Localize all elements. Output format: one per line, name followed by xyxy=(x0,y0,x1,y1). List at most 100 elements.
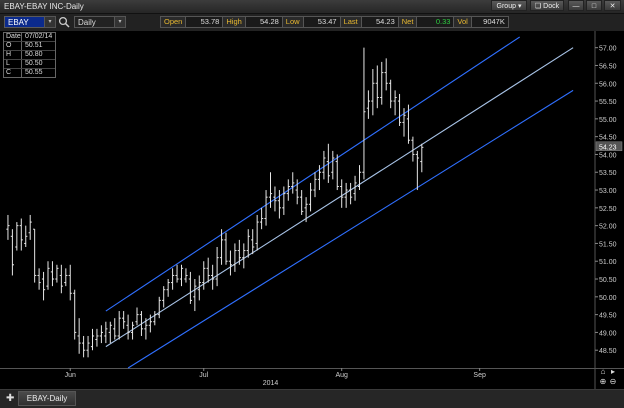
x-tick-label: Jul xyxy=(199,372,208,379)
dock-button[interactable]: ❏ Dock xyxy=(530,0,564,11)
last-price-label: 54.23 xyxy=(599,144,617,151)
ohlc-bar xyxy=(171,268,175,290)
ohlc-bar xyxy=(384,58,388,91)
y-tick-label: 55.50 xyxy=(599,99,617,106)
ohlc-value: 07/02/14 xyxy=(25,33,53,40)
y-tick-label: 57.00 xyxy=(599,46,617,53)
ohlc-row: Date 07/02/14 xyxy=(4,33,55,41)
symbol-dropdown[interactable]: ▾ xyxy=(44,16,56,28)
ohlc-bar xyxy=(19,218,23,251)
window-title: EBAY-EBAY INC-Daily xyxy=(4,2,84,11)
group-button[interactable]: Group ▾ xyxy=(491,0,527,11)
chart-toolbar: EBAY ▾ Daily ▾ Open 53.78 High 54.28 Low 53.4… xyxy=(0,14,624,31)
y-tick-label: 53.50 xyxy=(599,170,617,177)
ohlc-bar xyxy=(291,172,295,194)
y-tick-label: 51.50 xyxy=(599,241,617,248)
chart-panel[interactable]: 57.00 56.50 56.00 55.50 55.00 54.50 54.00 53.50… xyxy=(0,31,624,389)
ohlc-bar xyxy=(308,182,313,212)
ohlc-bar xyxy=(255,214,259,251)
ohlc-bar xyxy=(46,261,50,290)
ohlc-bar xyxy=(24,225,28,247)
ohlc-bar xyxy=(206,257,210,283)
ohlc-bar xyxy=(184,268,188,283)
ohlc-bar xyxy=(202,261,206,290)
y-tick-label: 56.00 xyxy=(599,81,617,88)
ohlc-bar xyxy=(366,90,370,119)
ohlc-bar xyxy=(33,228,37,283)
period-dropdown[interactable]: ▾ xyxy=(114,16,126,28)
ohlc-key: C xyxy=(4,69,22,77)
ohlc-bar xyxy=(389,79,393,109)
close-icon: ✕ xyxy=(609,3,616,10)
search-icon[interactable] xyxy=(58,16,70,28)
ohlc-row: C 50.55 xyxy=(4,68,55,77)
ohlc-row: O 50.51 xyxy=(4,41,55,50)
dock-icon: ❏ xyxy=(534,3,542,10)
ohlc-bar xyxy=(6,214,10,240)
y-tick-label: 49.00 xyxy=(599,330,617,337)
ohlc-bar xyxy=(28,214,32,240)
y-tick-label: 55.00 xyxy=(599,117,617,124)
ohlc-bar xyxy=(331,150,335,180)
quote-value-vol: 9047K xyxy=(471,17,508,27)
ohlc-bar xyxy=(82,335,86,358)
ohlc-bar xyxy=(371,69,375,116)
ohlc-bar xyxy=(15,222,19,251)
window-titlebar: EBAY-EBAY INC-Daily Group ▾ ❏ Dock — □ ✕ xyxy=(0,0,624,14)
ohlc-bar xyxy=(415,150,419,191)
quote-value-net: 0.33 xyxy=(417,17,455,27)
ohlc-bar xyxy=(86,335,90,358)
quote-label-open: Open xyxy=(161,17,187,27)
zoom-in-icon[interactable]: ⊕ xyxy=(600,377,607,386)
ohlc-key: O xyxy=(4,42,22,50)
bottom-tab-bar: ✚ EBAY-Daily xyxy=(0,389,624,408)
ohlc-bar xyxy=(362,47,366,180)
close-button[interactable]: ✕ xyxy=(604,0,621,11)
minimize-button[interactable]: — xyxy=(568,0,584,11)
ohlc-value: 50.51 xyxy=(25,42,43,49)
ohlc-bar xyxy=(122,311,126,329)
ohlc-bar xyxy=(277,190,281,219)
ohlc-bar xyxy=(242,243,246,269)
ohlc-bar xyxy=(64,268,68,287)
ohlc-bar xyxy=(313,172,317,198)
x-tick-label: Jun xyxy=(65,372,76,379)
scroll-right-icon[interactable]: ▸ xyxy=(611,367,615,376)
ohlc-bar xyxy=(90,328,95,351)
ohlc-key: L xyxy=(4,60,22,68)
price-chart[interactable]: 57.00 56.50 56.00 55.50 55.00 54.50 54.00 53.50… xyxy=(0,31,624,389)
y-tick-label: 56.50 xyxy=(599,63,617,70)
x-tick-label: 2014 xyxy=(263,380,279,387)
quote-value-last: 54.23 xyxy=(361,17,399,27)
quote-label-last: Last xyxy=(341,17,362,27)
ohlc-bar xyxy=(73,289,77,340)
ohlc-bar xyxy=(357,165,362,191)
channel-lower-line xyxy=(127,89,574,369)
ohlc-bar xyxy=(113,318,117,340)
ohlc-bar xyxy=(95,328,99,347)
tab-ebay-daily[interactable]: EBAY-Daily xyxy=(18,391,76,406)
zoom-out-icon[interactable]: ⊖ xyxy=(610,377,617,386)
chevron-down-icon: ▾ xyxy=(517,3,522,10)
ohlc-bar xyxy=(215,246,219,287)
home-icon[interactable]: ⌂ xyxy=(601,367,606,376)
ohlc-bar xyxy=(340,179,344,208)
ohlc-bar xyxy=(166,279,170,297)
ohlc-bar xyxy=(99,325,103,344)
ohlc-bar xyxy=(228,250,233,276)
ohlc-bar xyxy=(264,190,268,226)
ohlc-bar xyxy=(179,264,184,287)
y-tick-label: 48.50 xyxy=(599,348,617,355)
add-tab-icon[interactable]: ✚ xyxy=(6,393,14,404)
maximize-button[interactable]: □ xyxy=(586,0,602,11)
channel-middle-line xyxy=(105,47,574,348)
ohlc-bar xyxy=(157,296,161,319)
ohlc-bar xyxy=(193,279,197,312)
ohlc-bar xyxy=(260,207,264,230)
ohlc-bar xyxy=(77,318,81,354)
ohlc-bar xyxy=(117,311,121,340)
quote-label-low: Low xyxy=(283,17,304,27)
quote-label-high: High xyxy=(223,17,246,27)
ohlc-bar xyxy=(135,307,139,326)
channel-upper-line xyxy=(105,36,521,312)
